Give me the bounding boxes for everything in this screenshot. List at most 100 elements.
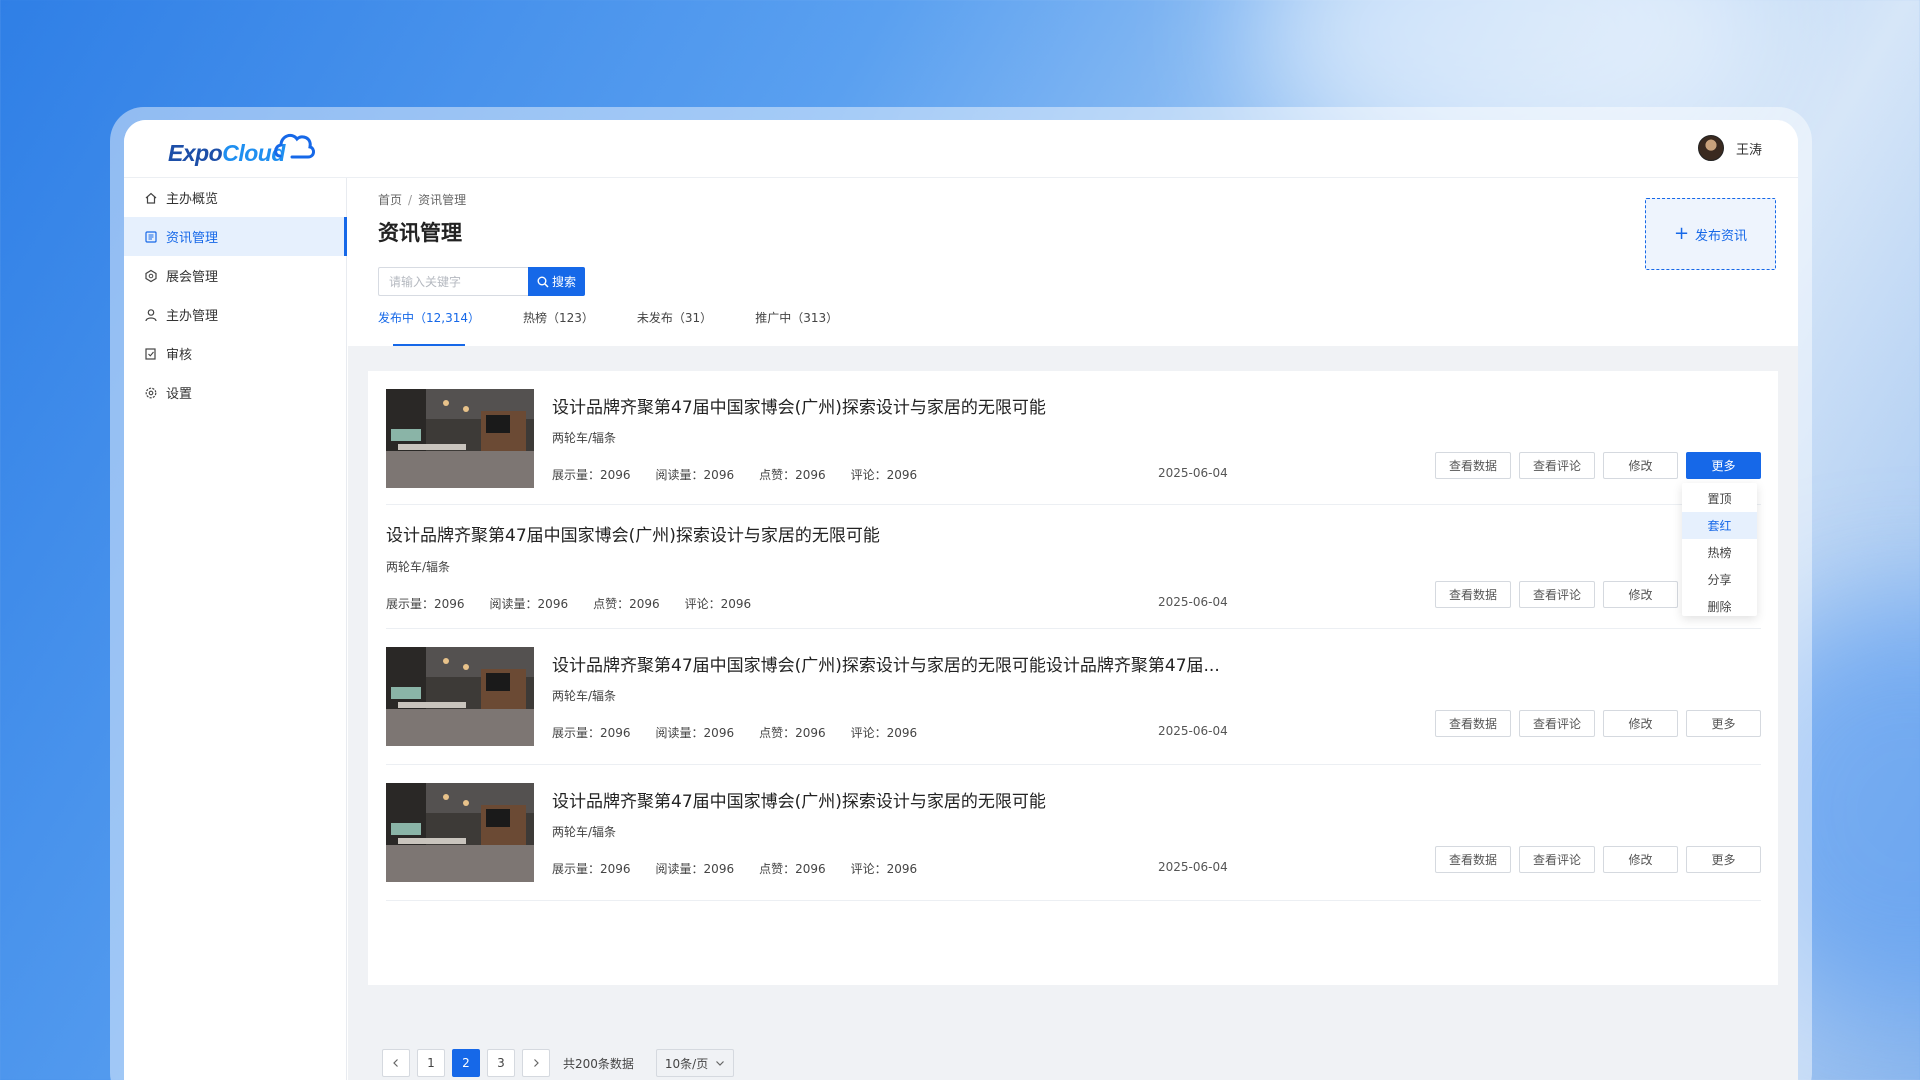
view-comments-button[interactable]: 查看评论 <box>1519 581 1595 608</box>
avatar[interactable] <box>1697 135 1724 161</box>
more-button[interactable]: 更多 <box>1686 452 1761 479</box>
expo-icon <box>144 269 158 283</box>
stat-likes: 点赞：2096 <box>759 862 826 876</box>
page-size-select[interactable]: 10条/页 <box>655 1049 734 1077</box>
article-category: 两轮车/辐条 <box>552 431 617 445</box>
list-item: 设计品牌齐聚第47届中国家博会(广州)探索设计与家居的无限可能设计品牌齐聚第47… <box>386 629 1761 765</box>
next-page-button[interactable] <box>522 1049 550 1077</box>
pagination: 1 2 3 共200条数据 10条/页 <box>382 1049 734 1077</box>
stat-comments: 评论：2096 <box>684 597 752 611</box>
search-button-label: 搜索 <box>551 275 576 289</box>
breadcrumb-home[interactable]: 首页 <box>378 193 402 207</box>
sidebar-item-label: 主办管理 <box>166 309 219 324</box>
home-icon <box>144 191 158 205</box>
menu-item-highlight[interactable]: 套红 <box>1682 512 1757 539</box>
article-thumbnail[interactable] <box>386 783 534 882</box>
chevron-right-icon <box>534 1059 539 1067</box>
search-icon <box>537 276 549 288</box>
menu-item-pin[interactable]: 置顶 <box>1682 485 1757 512</box>
news-icon <box>144 230 158 244</box>
article-title[interactable]: 设计品牌齐聚第47届中国家博会(广州)探索设计与家居的无限可能 <box>552 393 1046 418</box>
view-comments-button[interactable]: 查看评论 <box>1519 452 1595 479</box>
sidebar-item-label: 展会管理 <box>166 270 219 285</box>
page-button[interactable]: 3 <box>487 1049 515 1077</box>
sidebar-item-audit[interactable]: 审核 <box>124 334 346 373</box>
stat-views: 展示量：2096 <box>552 862 631 876</box>
sidebar-item-expo[interactable]: 展会管理 <box>124 256 346 295</box>
publish-news-button[interactable]: + 发布资讯 <box>1645 198 1776 270</box>
chevron-left-icon <box>393 1059 398 1067</box>
edit-button[interactable]: 修改 <box>1603 710 1678 737</box>
search-input[interactable] <box>378 267 528 296</box>
article-actions: 查看数据 查看评论 修改 更多 <box>1427 452 1761 479</box>
menu-item-delete[interactable]: 删除 <box>1682 593 1757 620</box>
user-menu[interactable]: 王涛 <box>1697 135 1762 161</box>
stat-reads: 阅读量：2096 <box>655 862 735 876</box>
stat-comments: 评论：2096 <box>850 726 918 740</box>
article-category: 两轮车/辐条 <box>386 560 451 574</box>
article-thumbnail[interactable] <box>386 389 534 488</box>
more-menu: 置顶 套红 热榜 分享 删除 <box>1682 483 1757 616</box>
more-button[interactable]: 更多 <box>1686 710 1761 737</box>
view-data-button[interactable]: 查看数据 <box>1435 846 1511 873</box>
sidebar-item-label: 主办概览 <box>166 192 219 207</box>
stat-comments: 评论：2096 <box>850 862 918 876</box>
plus-icon: + <box>1673 223 1690 244</box>
view-data-button[interactable]: 查看数据 <box>1435 452 1511 479</box>
view-comments-button[interactable]: 查看评论 <box>1519 710 1595 737</box>
search-bar: 搜索 <box>378 267 585 296</box>
edit-button[interactable]: 修改 <box>1603 846 1678 873</box>
article-actions: 查看数据 查看评论 修改 更多 <box>1427 710 1761 737</box>
logo[interactable]: ExpoCloud <box>168 126 318 172</box>
page-button-current[interactable]: 2 <box>452 1049 480 1077</box>
article-date: 2025-06-04 <box>1158 860 1228 874</box>
stat-views: 展示量：2096 <box>386 597 465 611</box>
article-actions: 查看数据 查看评论 修改 更多 <box>1427 846 1761 873</box>
sidebar-item-overview[interactable]: 主办概览 <box>124 178 346 217</box>
menu-item-hot[interactable]: 热榜 <box>1682 539 1757 566</box>
stat-views: 展示量：2096 <box>552 468 631 482</box>
edit-button[interactable]: 修改 <box>1603 581 1678 608</box>
sidebar-item-label: 资讯管理 <box>166 231 219 246</box>
tab-promoting[interactable]: 推广中（313） <box>755 309 838 346</box>
search-button[interactable]: 搜索 <box>528 267 585 296</box>
more-button[interactable]: 更多 <box>1686 846 1761 873</box>
gear-icon <box>144 386 158 400</box>
prev-page-button[interactable] <box>382 1049 410 1077</box>
article-date: 2025-06-04 <box>1158 466 1228 480</box>
stat-likes: 点赞：2096 <box>759 726 826 740</box>
view-data-button[interactable]: 查看数据 <box>1435 710 1511 737</box>
sidebar-item-label: 审核 <box>166 348 193 363</box>
stat-reads: 阅读量：2096 <box>655 726 735 740</box>
breadcrumb-separator: / <box>408 193 413 207</box>
chevron-down-icon <box>715 1061 724 1066</box>
sidebar-item-news[interactable]: 资讯管理 <box>124 217 347 256</box>
page-button[interactable]: 1 <box>417 1049 445 1077</box>
article-stats: 展示量：2096 阅读量：2096 点赞：2096 评论：2096 <box>552 724 942 741</box>
breadcrumb: 首页 / 资讯管理 <box>378 191 466 208</box>
cloud-icon <box>274 133 315 159</box>
edit-button[interactable]: 修改 <box>1603 452 1678 479</box>
article-stats: 展示量：2096 阅读量：2096 点赞：2096 评论：2096 <box>386 595 776 612</box>
article-title[interactable]: 设计品牌齐聚第47届中国家博会(广州)探索设计与家居的无限可能 <box>386 521 880 546</box>
article-title[interactable]: 设计品牌齐聚第47届中国家博会(广州)探索设计与家居的无限可能设计品牌齐聚第47… <box>552 651 1220 676</box>
sidebar-item-settings[interactable]: 设置 <box>124 373 346 412</box>
stat-views: 展示量：2096 <box>552 726 631 740</box>
tab-hot[interactable]: 热榜（123） <box>523 309 594 346</box>
sidebar-item-organizer[interactable]: 主办管理 <box>124 295 346 334</box>
stat-reads: 阅读量：2096 <box>489 597 569 611</box>
article-title[interactable]: 设计品牌齐聚第47届中国家博会(广州)探索设计与家居的无限可能 <box>552 787 1046 812</box>
status-tabs: 发布中（12,314） 热榜（123） 未发布（31） 推广中（313） <box>378 309 881 346</box>
article-thumbnail[interactable] <box>386 647 534 746</box>
tab-unpublished[interactable]: 未发布（31） <box>637 309 712 346</box>
stat-reads: 阅读量：2096 <box>655 468 735 482</box>
view-data-button[interactable]: 查看数据 <box>1435 581 1511 608</box>
stat-likes: 点赞：2096 <box>759 468 826 482</box>
logo-text-expo: Expo <box>168 140 223 166</box>
tab-published[interactable]: 发布中（12,314） <box>378 309 480 346</box>
list-item: 设计品牌齐聚第47届中国家博会(广州)探索设计与家居的无限可能 两轮车/辐条 展… <box>386 765 1761 901</box>
article-stats: 展示量：2096 阅读量：2096 点赞：2096 评论：2096 <box>552 860 942 877</box>
menu-item-share[interactable]: 分享 <box>1682 566 1757 593</box>
pagination-total: 共200条数据 <box>563 1056 634 1071</box>
view-comments-button[interactable]: 查看评论 <box>1519 846 1595 873</box>
